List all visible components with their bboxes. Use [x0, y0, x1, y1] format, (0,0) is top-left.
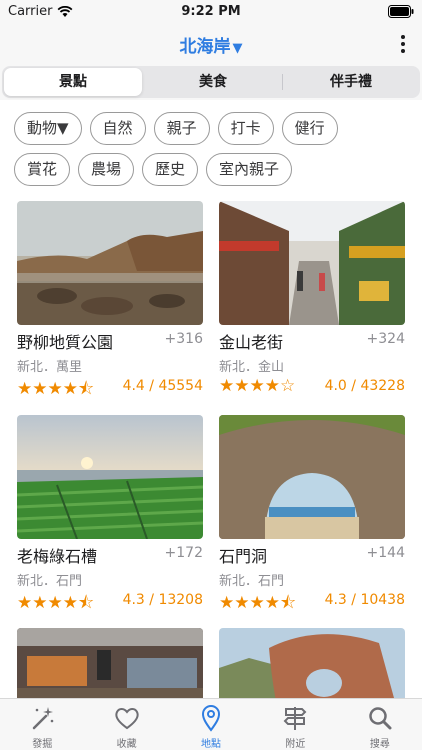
filter-row: 賞花 農場 歷史 室內親子 — [14, 153, 414, 186]
review-count: +324 — [366, 331, 405, 347]
place-grid: 野柳地質公園 +316 新北．萬里 ★★★★⯪ 4.4 / 45554 金山老街… — [17, 201, 405, 698]
segment-souvenirs[interactable]: 伴手禮 — [282, 66, 420, 98]
filter-row: 動物▼ 自然 親子 打卡 健行 — [14, 112, 414, 145]
place-photo — [219, 628, 405, 698]
tab-places[interactable]: 地點 — [169, 699, 253, 750]
rating-row: ★★★★⯪ 4.3 / 10438 — [219, 590, 405, 613]
place-location: 新北．石門 — [219, 574, 285, 589]
more-dot-icon — [401, 42, 405, 46]
star-rating-icon: ★★★★☆ — [219, 376, 296, 396]
place-name: 石門洞 — [219, 547, 268, 566]
star-rating-icon: ★★★★⯪ — [17, 593, 95, 613]
place-card[interactable]: 老梅綠石槽 +172 新北．石門 ★★★★⯪ 4.3 / 13208 — [17, 415, 203, 613]
category-segment-bar: 景點 美食 伴手禮 — [0, 64, 422, 100]
filter-chip-indoor-family[interactable]: 室內親子 — [206, 153, 293, 186]
segment-food[interactable]: 美食 — [144, 66, 282, 98]
rating-row: ★★★★☆ 4.0 / 43228 — [219, 376, 405, 398]
card-title-row: 老梅綠石槽 +172 — [17, 542, 203, 568]
caret-down-icon: ▼ — [232, 41, 243, 56]
region-title: 北海岸 — [179, 37, 231, 57]
place-card[interactable]: 野柳地質公園 +316 新北．萬里 ★★★★⯪ 4.4 / 45554 — [17, 201, 203, 399]
place-location: 新北．萬里 — [17, 360, 83, 375]
star-rating-icon: ★★★★⯪ — [17, 379, 95, 399]
status-time: 9:22 PM — [181, 4, 241, 19]
tab-label: 收藏 — [116, 739, 137, 750]
rating-text: 4.3 / 13208 — [122, 592, 203, 608]
tab-label: 地點 — [201, 739, 222, 750]
filter-chips: 動物▼ 自然 親子 打卡 健行 賞花 農場 歷史 室內親子 — [14, 112, 414, 194]
tab-label: 附近 — [285, 739, 306, 750]
place-photo — [17, 628, 203, 698]
card-title-row: 野柳地質公園 +316 — [17, 328, 203, 354]
filter-chip-checkin[interactable]: 打卡 — [217, 112, 274, 145]
card-title-row: 石門洞 +144 — [219, 542, 405, 568]
map-pin-icon — [202, 705, 221, 732]
rating-text: 4.3 / 10438 — [324, 592, 405, 608]
rating-text: 4.4 / 45554 — [122, 378, 203, 394]
filter-chip-history[interactable]: 歷史 — [142, 153, 199, 186]
signpost-icon — [284, 707, 307, 730]
tab-discover[interactable]: 發掘 — [0, 699, 84, 750]
search-icon — [369, 707, 392, 730]
more-options-button[interactable] — [396, 33, 410, 55]
filter-chip-farm[interactable]: 農場 — [78, 153, 135, 186]
place-location: 新北．石門 — [17, 574, 83, 589]
place-card[interactable] — [17, 628, 203, 698]
card-title-row: 金山老街 +324 — [219, 328, 405, 354]
rating-row: ★★★★⯪ 4.3 / 13208 — [17, 590, 203, 613]
review-count: +144 — [366, 545, 405, 561]
more-dot-icon — [401, 35, 405, 39]
place-name: 金山老街 — [219, 333, 284, 352]
magic-wand-icon — [32, 707, 54, 730]
rating-text: 4.0 / 43228 — [324, 378, 405, 394]
battery-icon — [388, 5, 414, 22]
rating-row: ★★★★⯪ 4.4 / 45554 — [17, 376, 203, 399]
segmented-control: 景點 美食 伴手禮 — [2, 66, 420, 98]
status-bar: Carrier 9:22 PM — [0, 0, 422, 24]
place-card[interactable] — [219, 628, 405, 698]
tab-search[interactable]: 搜尋 — [338, 699, 422, 750]
nav-bar: 北海岸 ▼ — [0, 24, 422, 64]
filter-chip-nature[interactable]: 自然 — [89, 112, 146, 145]
place-photo — [17, 201, 203, 325]
place-name: 老梅綠石槽 — [17, 547, 98, 566]
tab-nearby[interactable]: 附近 — [253, 699, 337, 750]
place-location: 新北．金山 — [219, 360, 285, 375]
segment-attractions[interactable]: 景點 — [4, 68, 142, 96]
review-count: +172 — [164, 545, 203, 561]
place-photo — [219, 201, 405, 325]
filter-chip-family[interactable]: 親子 — [153, 112, 210, 145]
more-dot-icon — [401, 49, 405, 53]
star-rating-icon: ★★★★⯪ — [219, 593, 297, 613]
place-photo — [17, 415, 203, 539]
place-card[interactable]: 石門洞 +144 新北．石門 ★★★★⯪ 4.3 / 10438 — [219, 415, 405, 613]
filter-chip-animals[interactable]: 動物▼ — [14, 112, 82, 145]
filter-chip-hiking[interactable]: 健行 — [281, 112, 338, 145]
tab-label: 搜尋 — [369, 739, 390, 750]
filter-chip-flowers[interactable]: 賞花 — [14, 153, 71, 186]
place-name: 野柳地質公園 — [17, 333, 114, 352]
review-count: +316 — [164, 331, 203, 347]
place-card[interactable]: 金山老街 +324 新北．金山 ★★★★☆ 4.0 / 43228 — [219, 201, 405, 398]
place-photo — [219, 415, 405, 539]
tab-bar: 發掘 收藏 地點 附近 搜尋 — [0, 698, 422, 750]
tab-favorites[interactable]: 收藏 — [84, 699, 168, 750]
region-selector[interactable]: 北海岸 ▼ — [0, 32, 422, 57]
heart-icon — [114, 708, 139, 730]
tab-label: 發掘 — [32, 739, 53, 750]
